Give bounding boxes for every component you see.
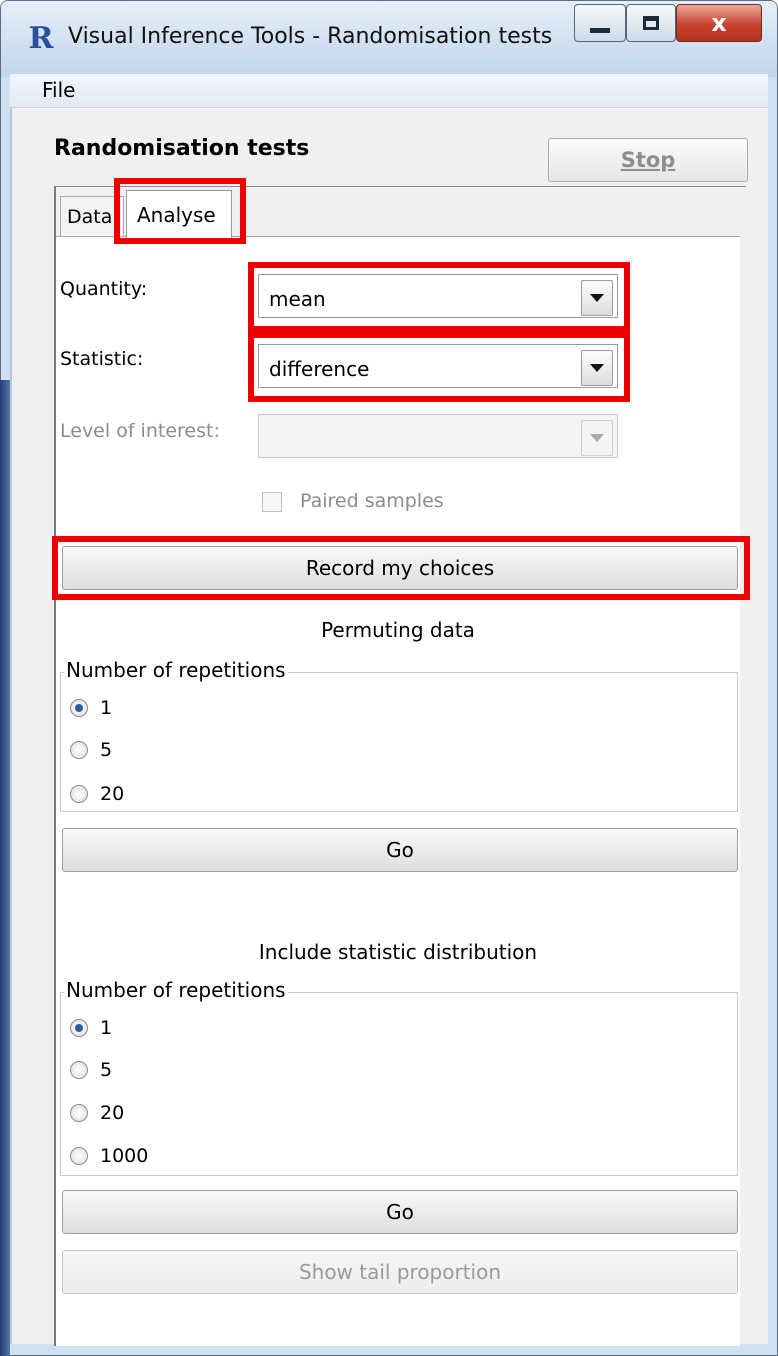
show-tail-proportion-button[interactable]: Show tail proportion [62, 1250, 738, 1294]
minimize-button[interactable] [574, 4, 626, 42]
radio-option[interactable]: 1 [70, 688, 124, 728]
close-icon: x [711, 9, 727, 37]
minimize-icon [590, 27, 610, 33]
r-logo-icon: R [28, 21, 54, 56]
show-tail-proportion-label: Show tail proportion [298, 1260, 502, 1284]
radio-label: 1 [100, 1017, 113, 1039]
distribution-radio-list: 1 5 20 1000 [70, 1008, 148, 1178]
go-label: Go [386, 838, 414, 862]
distribution-title: Include statistic distribution [258, 940, 538, 964]
page-title: Randomisation tests [54, 136, 310, 161]
radio-button[interactable] [70, 741, 88, 759]
permuting-repetitions-legend: Number of repetitions [64, 658, 288, 682]
permuting-go-button[interactable]: Go [62, 828, 738, 872]
highlight-analyse-tab [114, 178, 246, 244]
radio-button[interactable] [70, 1061, 88, 1079]
highlight-statistic [248, 332, 630, 402]
highlight-quantity [248, 262, 630, 332]
go-label: Go [386, 1200, 414, 1224]
radio-button[interactable] [70, 699, 88, 717]
permuting-repetitions-group [60, 672, 738, 812]
radio-label: 20 [100, 1102, 125, 1124]
maximize-icon [643, 16, 659, 30]
radio-label: 5 [100, 739, 113, 761]
distribution-go-button[interactable]: Go [62, 1190, 738, 1234]
maximize-button[interactable] [626, 4, 676, 42]
radio-button[interactable] [70, 1147, 88, 1165]
level-of-interest-label: Level of interest: [60, 420, 220, 442]
statistic-label: Statistic: [60, 348, 144, 370]
stop-button[interactable]: Stop [548, 138, 748, 182]
highlight-record-choices [52, 536, 750, 600]
radio-button[interactable] [70, 1019, 88, 1037]
radio-option[interactable]: 5 [70, 728, 124, 772]
paired-samples-checkbox[interactable] [262, 492, 282, 512]
window-edge-accent [0, 380, 10, 1356]
radio-label: 1 [100, 697, 113, 719]
radio-label: 5 [100, 1059, 113, 1081]
window-title: Visual Inference Tools - Randomisation t… [68, 24, 553, 49]
radio-label: 1000 [100, 1145, 149, 1167]
dropdown-arrow-icon[interactable] [581, 420, 613, 456]
permuting-data-title: Permuting data [321, 618, 475, 642]
menu-bar [10, 74, 768, 108]
radio-button[interactable] [70, 1104, 88, 1122]
radio-option[interactable]: 20 [70, 772, 124, 816]
menu-file[interactable]: File [32, 76, 85, 104]
stop-button-label: Stop [620, 148, 676, 172]
radio-option[interactable]: 1000 [70, 1134, 148, 1178]
paired-samples-label: Paired samples [300, 490, 444, 512]
permuting-radio-list: 1 5 20 [70, 688, 124, 816]
level-of-interest-dropdown[interactable] [258, 414, 618, 458]
radio-label: 20 [100, 783, 125, 805]
radio-option[interactable]: 5 [70, 1048, 148, 1092]
radio-button[interactable] [70, 785, 88, 803]
distribution-repetitions-legend: Number of repetitions [64, 978, 288, 1002]
quantity-label: Quantity: [60, 278, 148, 300]
radio-option[interactable]: 20 [70, 1092, 148, 1134]
close-button[interactable]: x [676, 4, 762, 42]
distribution-repetitions-group [60, 992, 738, 1176]
radio-option[interactable]: 1 [70, 1008, 148, 1048]
